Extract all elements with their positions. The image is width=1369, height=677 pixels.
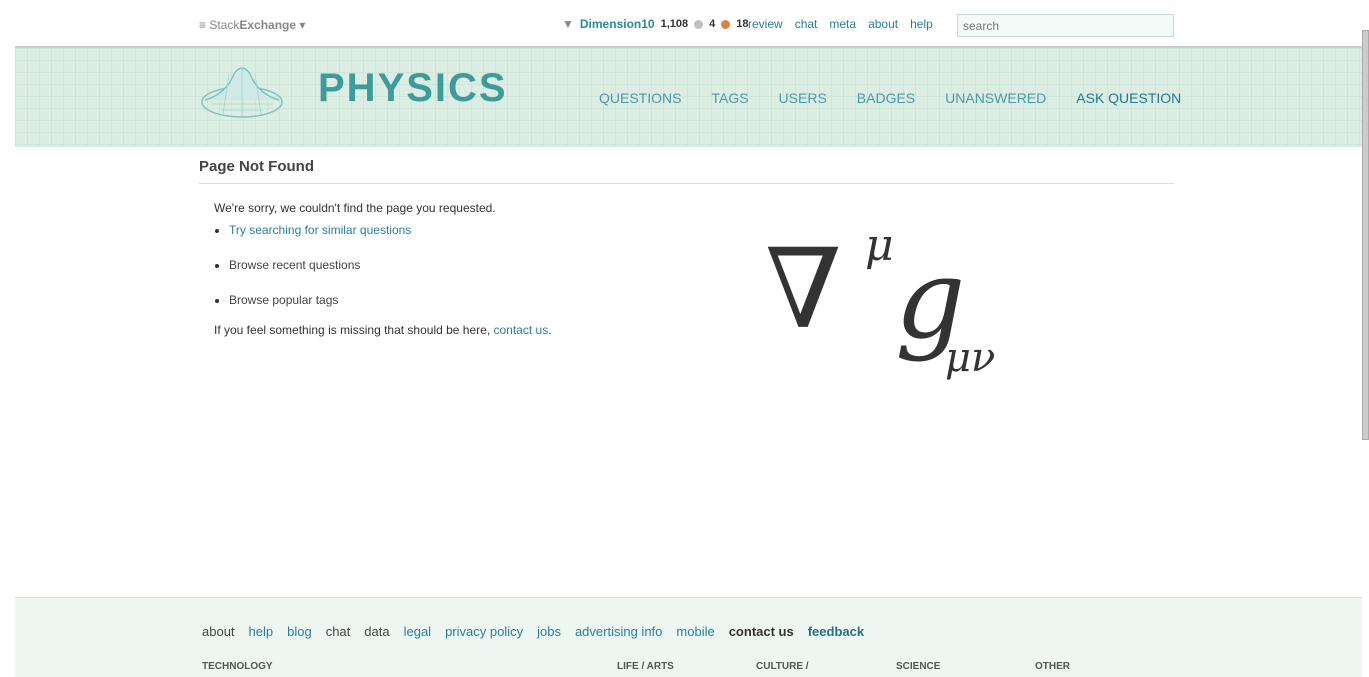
caret-down-icon: ▾: [296, 18, 306, 32]
meta-link[interactable]: meta: [829, 17, 856, 31]
bronze-badge-icon: [721, 19, 731, 29]
reputation: 1,108: [660, 18, 689, 30]
footer-data[interactable]: data: [364, 624, 389, 639]
sorry-message: We're sorry, we couldn't find the page y…: [214, 201, 496, 215]
page-title: Page Not Found: [199, 158, 1174, 184]
top-links: review chat meta about help: [748, 17, 933, 31]
stackexchange-menu[interactable]: ≡ StackExchange ▾: [199, 18, 305, 32]
list-item: Browse popular tags: [229, 293, 1174, 307]
popular-tags-link[interactable]: Browse popular tags: [229, 293, 338, 307]
scrollbar[interactable]: [1362, 30, 1369, 440]
subscript-mu-nu: μν: [945, 335, 996, 381]
recent-questions-link[interactable]: Browse recent questions: [229, 258, 360, 272]
category-life-arts: LIFE / ARTS: [617, 661, 674, 672]
bronze-count: 18: [736, 18, 749, 30]
period: .: [548, 323, 552, 337]
silver-badge-icon: [694, 19, 704, 29]
category-other: OTHER: [1035, 661, 1070, 672]
footer-legal[interactable]: legal: [404, 624, 431, 639]
list-item: Try searching for similar questions: [229, 223, 1174, 237]
category-technology: TECHNOLOGY: [202, 661, 273, 672]
main-content: Page Not Found We're sorry, we couldn't …: [199, 158, 1174, 337]
footer-mobile[interactable]: mobile: [676, 624, 714, 639]
search-input[interactable]: [957, 14, 1174, 37]
footer-advertising[interactable]: advertising info: [575, 624, 662, 639]
formula-image: ∇ μ g μν: [765, 220, 1025, 395]
footer-chat[interactable]: chat: [326, 624, 351, 639]
site-header: PHYSICS QUESTIONS TAGS USERS BADGES UNAN…: [15, 46, 1362, 147]
footer-links: about help blog chat data legal privacy …: [202, 624, 864, 639]
user-info: ▼ Dimension10 1,108 4 18: [562, 17, 749, 31]
category-science: SCIENCE: [896, 661, 941, 672]
nav-badges[interactable]: BADGES: [857, 90, 915, 106]
footer-feedback[interactable]: feedback: [808, 624, 864, 639]
main-nav: QUESTIONS TAGS USERS BADGES UNANSWERED A…: [599, 90, 1181, 106]
suggestions-list: Try searching for similar questions Brow…: [229, 223, 1174, 307]
help-link[interactable]: help: [910, 17, 933, 31]
network-label-bold: Exchange: [239, 18, 297, 32]
footer-blog[interactable]: blog: [287, 624, 312, 639]
caret-down-icon[interactable]: ▼: [562, 17, 574, 31]
site-logo[interactable]: PHYSICS: [318, 66, 508, 111]
nabla-symbol: ∇: [765, 225, 842, 353]
nav-unanswered[interactable]: UNANSWERED: [945, 90, 1046, 106]
physics-logo-icon: [201, 67, 283, 118]
footer: about help blog chat data legal privacy …: [15, 597, 1362, 677]
username-link[interactable]: Dimension10: [580, 17, 655, 31]
nav-tags[interactable]: TAGS: [711, 90, 748, 106]
contact-us-link[interactable]: contact us: [494, 323, 549, 337]
top-bar: ≡ StackExchange ▾ ▼ Dimension10 1,108 4 …: [0, 0, 1369, 46]
footer-help[interactable]: help: [249, 624, 274, 639]
nav-ask-question[interactable]: ASK QUESTION: [1076, 90, 1181, 106]
footer-jobs[interactable]: jobs: [537, 624, 561, 639]
review-link[interactable]: review: [748, 17, 783, 31]
footer-about[interactable]: about: [202, 624, 235, 639]
superscript-mu: μ: [865, 220, 894, 271]
footer-contact-us[interactable]: contact us: [729, 624, 794, 639]
about-link[interactable]: about: [868, 17, 898, 31]
silver-count: 4: [709, 18, 716, 30]
search-similar-link[interactable]: Try searching for similar questions: [229, 223, 411, 237]
footer-privacy[interactable]: privacy policy: [445, 624, 523, 639]
category-culture: CULTURE /: [756, 661, 809, 672]
chat-link[interactable]: chat: [795, 17, 818, 31]
list-item: Browse recent questions: [229, 258, 1174, 272]
nav-questions[interactable]: QUESTIONS: [599, 90, 681, 106]
missing-text: If you feel something is missing that sh…: [214, 323, 491, 337]
menu-icon: ≡: [199, 18, 210, 32]
nav-users[interactable]: USERS: [779, 90, 827, 106]
network-label: Stack: [209, 18, 240, 32]
